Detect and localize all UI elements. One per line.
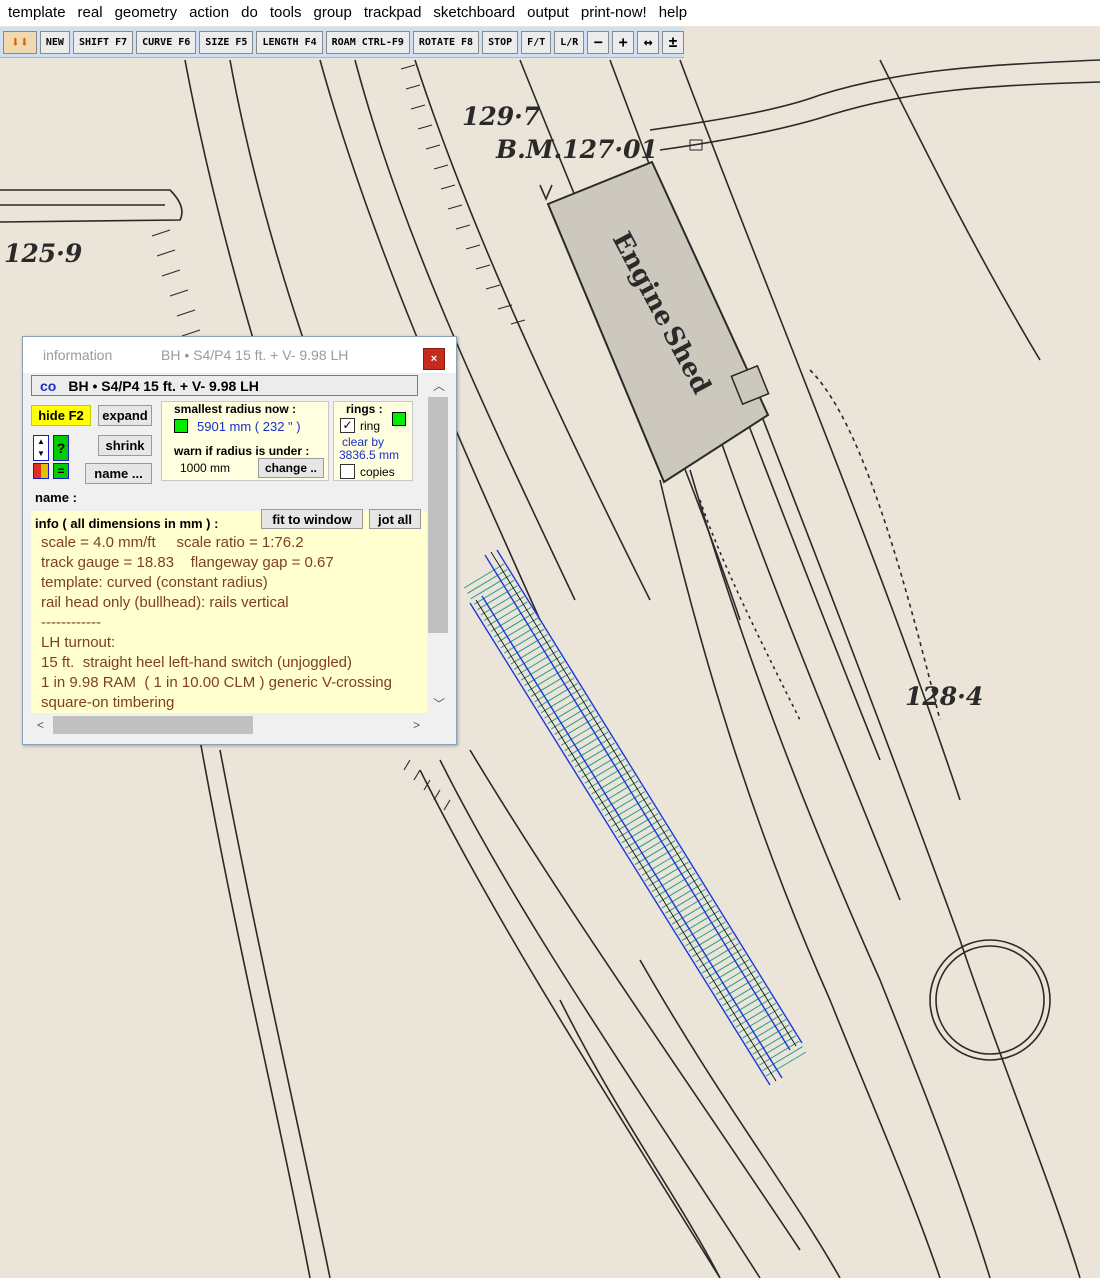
menu-tools[interactable]: tools	[264, 0, 308, 26]
menu-trackpad[interactable]: trackpad	[358, 0, 428, 26]
jot-all-button[interactable]: jot all	[369, 509, 421, 529]
stop-button[interactable]: STOP	[482, 30, 519, 54]
ft-button[interactable]: F/T	[521, 30, 552, 54]
size-button[interactable]: SIZE F5	[199, 30, 254, 54]
menu-geometry[interactable]: geometry	[109, 0, 184, 26]
info-line: scale = 4.0 mm/ft scale ratio = 1:76.2	[41, 534, 304, 551]
menu-help[interactable]: help	[653, 0, 693, 26]
scroll-left-icon[interactable]: <	[37, 718, 44, 732]
header-text: BH • S4/P4 15 ft. + V- 9.98 LH	[68, 377, 259, 394]
spot-height-1259: 125·9	[4, 239, 82, 268]
ring-checkbox[interactable]: ✓	[340, 418, 355, 433]
clear-by-value: 3836.5 mm	[339, 448, 400, 462]
scroll-right-icon[interactable]: >	[413, 718, 420, 732]
radius-ok-indicator	[174, 419, 188, 433]
info-line: 15 ft. straight heel left-hand switch (u…	[41, 654, 353, 671]
ring-label: ring	[360, 419, 381, 433]
spinner-icon[interactable]: ▲ ▼	[33, 435, 49, 461]
ring-indicator	[392, 412, 406, 426]
colour-icon[interactable]	[33, 463, 49, 479]
menu-group[interactable]: group	[308, 0, 358, 26]
copies-label: copies	[360, 465, 395, 479]
name-button[interactable]: name ...	[85, 463, 152, 484]
scroll-down-icon[interactable]: ﹀	[433, 695, 445, 712]
info-lines: scale = 4.0 mm/ft scale ratio = 1:76.2 tr…	[41, 533, 431, 713]
rotate-button[interactable]: ROTATE F8	[412, 30, 480, 54]
copies-checkbox[interactable]	[340, 464, 355, 479]
help-icon[interactable]: ?	[53, 435, 69, 461]
info-line: track gauge = 18.83 flangeway gap = 0.67	[41, 554, 334, 571]
header-code: co	[40, 377, 57, 394]
info-line: square-on timbering	[41, 694, 175, 711]
hide-button[interactable]: hide F2	[31, 405, 91, 426]
info-line: 1 in 9.98 RAM ( 1 in 10.00 CLM ) generic…	[41, 674, 392, 691]
info-line: rail head only (bullhead): rails vertica…	[41, 594, 289, 611]
fit-to-window-button[interactable]: fit to window	[261, 509, 363, 529]
clear-by-label: clear by	[342, 435, 385, 449]
expand-button[interactable]: expand	[98, 405, 152, 426]
warn-radius-label: warn if radius is under :	[174, 444, 310, 458]
adjust-icon[interactable]: ±	[662, 30, 684, 54]
drop-down-arrows-icon[interactable]: ⬇⬇	[3, 30, 37, 54]
info-line: ------------	[41, 614, 101, 631]
scroll-up-icon[interactable]: ︿	[433, 377, 445, 394]
menu-print-now[interactable]: print-now!	[575, 0, 653, 26]
close-button[interactable]: ×	[423, 348, 445, 370]
info-title-sub: BH • S4/P4 15 ft. + V- 9.98 LH	[161, 347, 349, 363]
menu-action[interactable]: action	[183, 0, 235, 26]
length-button[interactable]: LENGTH F4	[256, 30, 323, 54]
new-button[interactable]: NEW	[39, 30, 70, 54]
horizontal-scroll-thumb[interactable]	[53, 716, 253, 734]
name-label: name :	[35, 490, 77, 505]
info-line: template: curved (constant radius)	[41, 574, 268, 591]
menu-real[interactable]: real	[72, 0, 109, 26]
smallest-radius-label: smallest radius now :	[172, 402, 299, 416]
zoom-in-button[interactable]: +	[612, 30, 635, 54]
benchmark-label: B.M.127·01	[495, 135, 658, 164]
information-window: information BH • S4/P4 15 ft. + V- 9.98 …	[22, 336, 457, 745]
fit-width-icon[interactable]: ↔	[637, 30, 660, 54]
smallest-radius-value: 5901 mm ( 232 " )	[197, 419, 301, 434]
menu-sketchboard[interactable]: sketchboard	[427, 0, 521, 26]
toolbar: ⬇⬇ NEW SHIFT F7 CURVE F6 SIZE F5 LENGTH …	[0, 27, 684, 58]
menu-output[interactable]: output	[521, 0, 575, 26]
info-title: information	[43, 347, 113, 363]
spot-height-1284: 128·4	[905, 682, 983, 711]
vertical-scroll-thumb[interactable]	[428, 397, 448, 633]
equals-icon[interactable]: =	[53, 463, 69, 479]
curve-button[interactable]: CURVE F6	[136, 30, 197, 54]
info-line: LH turnout:	[41, 634, 116, 651]
zoom-out-button[interactable]: −	[587, 30, 610, 54]
menu-do[interactable]: do	[235, 0, 264, 26]
menu-template[interactable]: template	[2, 0, 72, 26]
rings-label: rings :	[344, 402, 385, 416]
radius-group: smallest radius now : 5901 mm ( 232 " ) …	[161, 401, 329, 481]
shrink-button[interactable]: shrink	[98, 435, 152, 456]
shift-button[interactable]: SHIFT F7	[72, 30, 134, 54]
info-titlebar[interactable]: information BH • S4/P4 15 ft. + V- 9.98 …	[23, 337, 456, 373]
template-id-bar: co BH • S4/P4 15 ft. + V- 9.98 LH	[31, 375, 418, 396]
spot-height-1297: 129·7	[462, 102, 541, 131]
warn-radius-value: 1000 mm	[180, 461, 231, 475]
lr-button[interactable]: L/R	[554, 30, 585, 54]
menu-bar: template real geometry action do tools group tr…	[0, 0, 1100, 26]
rings-group: rings : ✓ ring clear by 3836.5 mm copies	[333, 401, 413, 481]
roam-button[interactable]: ROAM CTRL-F9	[325, 30, 410, 54]
change-button[interactable]: change ..	[258, 458, 324, 478]
info-heading: info ( all dimensions in mm ) :	[35, 516, 219, 531]
